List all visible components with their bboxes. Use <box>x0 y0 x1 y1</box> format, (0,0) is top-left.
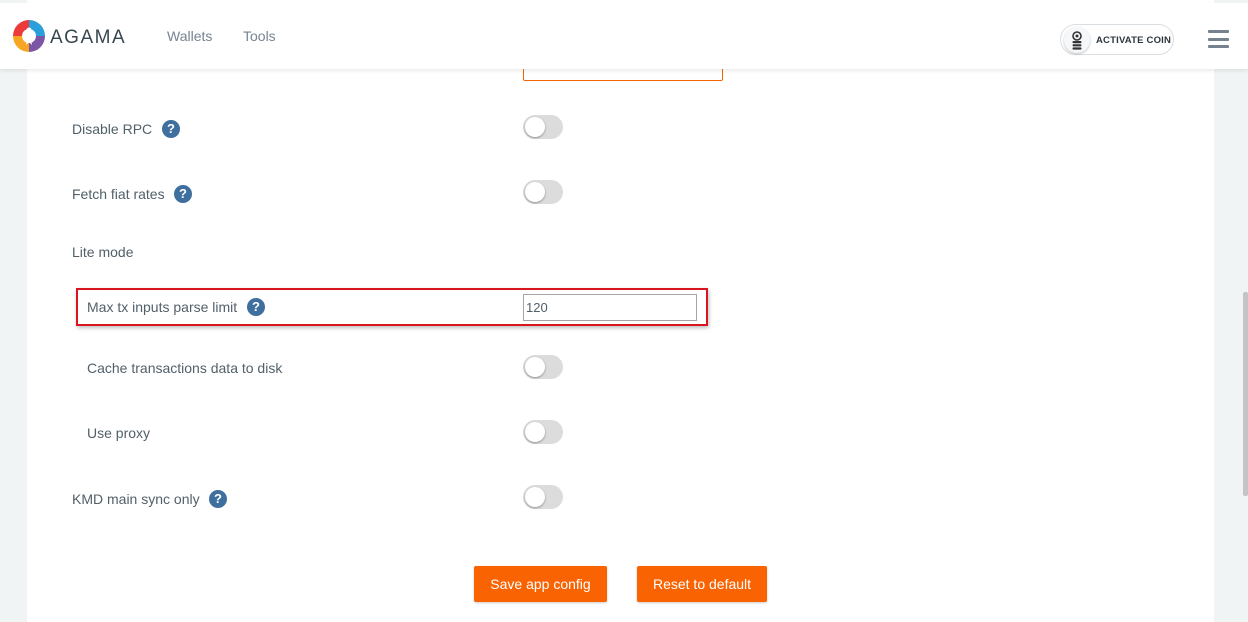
use-proxy-toggle[interactable] <box>523 420 563 444</box>
max-tx-inputs-input[interactable] <box>523 294 697 321</box>
fetch-fiat-rates-toggle[interactable] <box>523 180 563 204</box>
scrollbar[interactable] <box>1243 292 1248 496</box>
kmd-main-sync-label: KMD main sync only <box>72 491 200 507</box>
cache-transactions-toggle[interactable] <box>523 355 563 379</box>
nav-wallets[interactable]: Wallets <box>167 28 212 44</box>
activate-coin-button[interactable]: ACTIVATE COIN <box>1060 24 1174 55</box>
activate-coin-label: ACTIVATE COIN <box>1096 35 1172 46</box>
lite-mode-heading: Lite mode <box>72 244 134 260</box>
fetch-fiat-rates-label: Fetch fiat rates <box>72 186 165 202</box>
disable-rpc-toggle[interactable] <box>523 115 563 139</box>
max-tx-inputs-help-icon[interactable]: ? <box>247 298 265 316</box>
max-tx-inputs-label: Max tx inputs parse limit <box>87 299 238 315</box>
agama-logo-icon <box>13 20 45 52</box>
hamburger-menu-icon[interactable] <box>1208 30 1229 48</box>
nav-tools[interactable]: Tools <box>243 28 276 44</box>
use-proxy-label: Use proxy <box>87 425 151 441</box>
fetch-fiat-rates-help-icon[interactable]: ? <box>174 185 192 203</box>
kmd-main-sync-help-icon[interactable]: ? <box>209 490 227 508</box>
coin-stack-icon <box>1064 27 1090 53</box>
reset-to-default-button[interactable]: Reset to default <box>637 566 767 602</box>
kmd-main-sync-toggle[interactable] <box>523 485 563 509</box>
disable-rpc-label: Disable RPC <box>72 121 153 137</box>
cache-transactions-label: Cache transactions data to disk <box>87 360 283 376</box>
brand-name: AGAMA <box>50 27 127 48</box>
top-navbar: AGAMA Wallets Tools ACTIVATE COIN <box>0 3 1248 69</box>
save-app-config-button[interactable]: Save app config <box>474 566 607 602</box>
disable-rpc-help-icon[interactable]: ? <box>162 120 180 138</box>
